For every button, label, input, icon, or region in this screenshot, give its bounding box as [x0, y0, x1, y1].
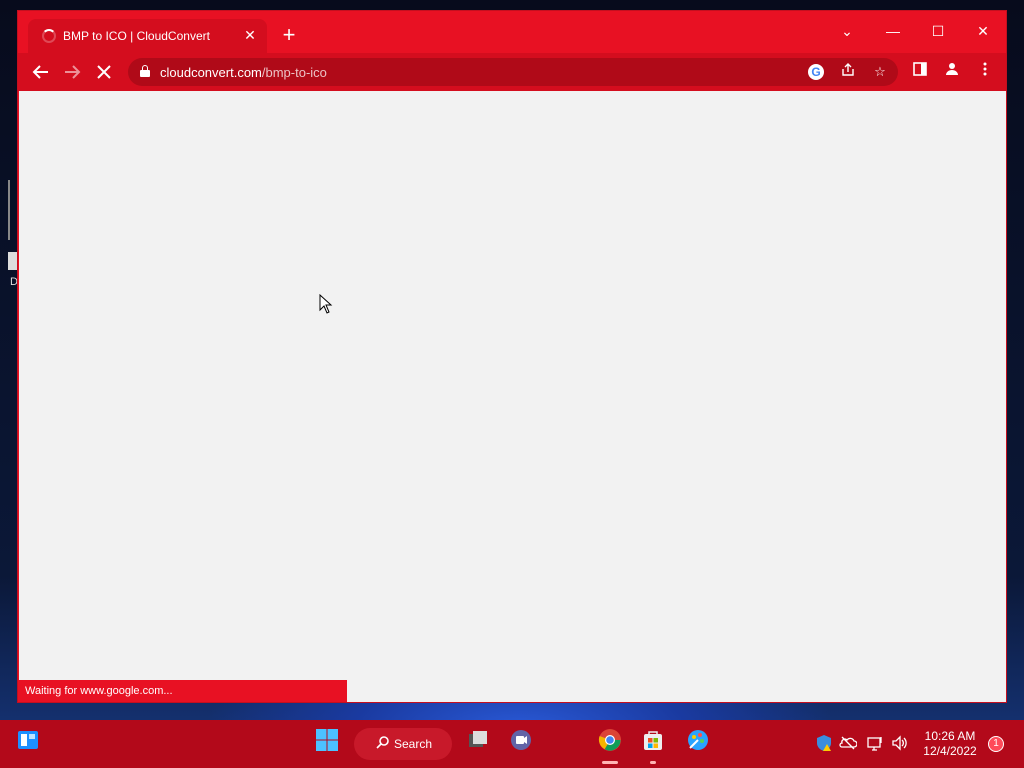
paint-3d-icon[interactable] [682, 728, 714, 760]
tab-title: BMP to ICO | CloudConvert [63, 29, 210, 43]
search-icon [376, 735, 390, 752]
chrome-icon[interactable] [594, 728, 626, 760]
browser-toolbar: cloudconvert.com/bmp-to-ico G ☆ [18, 53, 1006, 91]
url-text[interactable]: cloudconvert.com/bmp-to-ico [160, 65, 327, 80]
google-lens-icon[interactable]: G [808, 64, 824, 80]
search-label: Search [394, 737, 433, 751]
forward-arrow-icon[interactable] [61, 61, 83, 83]
tab-close-icon[interactable]: ✕ [241, 26, 259, 44]
url-domain: cloudconvert.com [160, 65, 262, 80]
microsoft-store-icon[interactable] [637, 728, 669, 760]
close-window-button[interactable]: ✕ [960, 17, 1006, 45]
side-panel-icon[interactable] [909, 61, 931, 83]
windows-security-icon[interactable] [815, 734, 833, 755]
teams-chat-icon[interactable] [505, 728, 537, 760]
mouse-cursor-icon [319, 293, 333, 319]
back-arrow-icon[interactable] [30, 61, 52, 83]
stop-loading-icon[interactable] [93, 61, 115, 83]
browser-tab-active[interactable]: BMP to ICO | CloudConvert ✕ [28, 19, 267, 53]
system-clock[interactable]: 10:26 AM 12/4/2022 [920, 729, 980, 759]
title-bar: BMP to ICO | CloudConvert ✕ + ⌄ — ☐ ✕ [18, 11, 1006, 53]
clock-time: 10:26 AM [924, 729, 976, 743]
url-path: /bmp-to-ico [261, 65, 327, 80]
taskbar-search-button[interactable]: Search [354, 728, 452, 760]
store-running-indicator [650, 761, 656, 764]
profile-icon[interactable] [941, 61, 963, 83]
lock-icon[interactable] [140, 65, 150, 77]
more-menu-icon[interactable] [974, 61, 996, 83]
status-bubble: Waiting for www.google.com... [19, 680, 347, 702]
clock-date: 12/4/2022 [923, 744, 977, 758]
bookmark-star-icon[interactable]: ☆ [870, 62, 890, 82]
page-content[interactable]: Waiting for www.google.com... [19, 91, 1006, 702]
notification-badge[interactable]: 1 [988, 736, 1004, 752]
new-tab-button[interactable]: + [278, 24, 300, 47]
start-windows-icon[interactable] [311, 728, 343, 760]
volume-icon[interactable] [891, 734, 909, 755]
taskbar: Search 10:26 AM 12/4/2022 [0, 720, 1024, 768]
tab-search-dropdown-icon[interactable]: ⌄ [824, 17, 870, 45]
widgets-icon[interactable] [12, 728, 44, 760]
browser-window: BMP to ICO | CloudConvert ✕ + ⌄ — ☐ ✕ cl… [17, 10, 1007, 703]
task-view-icon[interactable] [462, 728, 494, 760]
chrome-active-indicator [602, 761, 618, 764]
share-icon[interactable] [838, 62, 858, 82]
minimize-button[interactable]: — [870, 17, 916, 45]
maximize-button[interactable]: ☐ [915, 17, 961, 45]
network-icon[interactable] [866, 734, 884, 755]
loading-spinner-icon [42, 29, 56, 43]
onedrive-icon[interactable] [839, 734, 858, 755]
address-bar[interactable]: cloudconvert.com/bmp-to-ico G ☆ [128, 58, 898, 86]
